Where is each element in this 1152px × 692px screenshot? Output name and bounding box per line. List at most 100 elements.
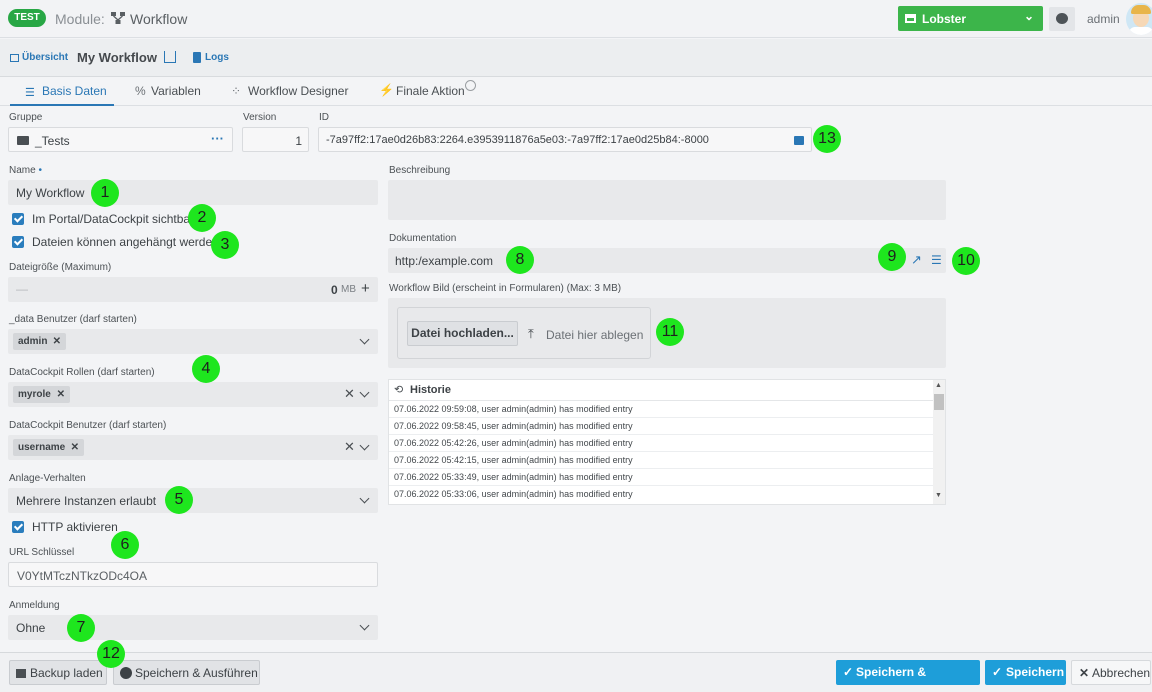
login-label: Anmeldung xyxy=(9,600,60,611)
version-value: 1 xyxy=(295,134,302,148)
tab-basis-daten[interactable]: Basis Daten xyxy=(42,84,107,98)
description-label: Beschreibung xyxy=(389,165,451,176)
bolt-icon: ⚡ xyxy=(379,83,394,97)
name-value: My Workflow xyxy=(16,186,85,200)
annotation-marker: 3 xyxy=(211,231,239,259)
id-value: -7a97ff2:17ae0d26b83:2264.e3953911876a5e… xyxy=(326,134,709,146)
annotation-marker: 10 xyxy=(952,247,980,275)
required-indicator: • xyxy=(38,165,42,176)
avatar[interactable] xyxy=(1126,3,1152,35)
drop-zone[interactable]: Datei hochladen... ⤒ Datei hier ablegen xyxy=(397,307,651,359)
filesize-stepper[interactable]: — 0 MB + xyxy=(8,277,378,302)
name-label-text: Name xyxy=(9,165,36,176)
chat-button[interactable] xyxy=(1049,7,1075,31)
history-row: 07.06.2022 09:58:45, user admin(admin) h… xyxy=(389,418,934,435)
backup-label: Backup laden xyxy=(30,666,103,680)
history-row: 07.06.2022 05:33:06, user admin(admin) h… xyxy=(394,489,633,499)
backup-button[interactable]: Backup laden xyxy=(9,660,107,685)
minus-icon[interactable]: — xyxy=(16,282,28,296)
tab-finale-aktion[interactable]: Finale Aktion xyxy=(396,84,465,98)
chevron-down-icon[interactable] xyxy=(359,620,370,631)
module-name: Workflow xyxy=(130,11,188,27)
image-label: Workflow Bild (erscheint in Formularen) … xyxy=(389,283,622,294)
tab-workflow-designer[interactable]: Workflow Designer xyxy=(248,84,348,98)
scroll-down-icon[interactable]: ▼ xyxy=(935,492,942,499)
save-label: Speichern xyxy=(1006,665,1065,679)
dc-users-select[interactable]: username ✕ ✕ xyxy=(8,435,378,460)
login-value: Ohne xyxy=(16,621,46,635)
filesize-unit: MB xyxy=(341,284,356,295)
module-label: Module: xyxy=(55,11,105,27)
login-select[interactable]: Ohne xyxy=(8,615,378,640)
behavior-label: Anlage-Verhalten xyxy=(9,473,86,484)
tenant-select[interactable]: Lobster ⌄ xyxy=(898,6,1043,31)
menu-icon[interactable]: ☰ xyxy=(931,253,942,267)
chip-myrole: myrole ✕ xyxy=(13,386,70,403)
annotation-marker: 6 xyxy=(111,531,139,559)
cancel-button[interactable]: ✕ Abbrechen xyxy=(1071,660,1151,685)
group-label: Gruppe xyxy=(9,112,43,123)
http-checkbox[interactable] xyxy=(12,521,24,533)
history-scrollbar[interactable]: ▲ ▼ xyxy=(933,380,945,504)
chevron-down-icon[interactable] xyxy=(359,440,370,451)
more-icon[interactable]: ··· xyxy=(211,131,224,146)
chevron-down-icon[interactable] xyxy=(359,334,370,345)
export-icon[interactable] xyxy=(164,51,176,63)
list-icon: ☰ xyxy=(25,87,35,99)
documentation-input[interactable]: http:/example.com ↗ ☰ xyxy=(388,248,946,273)
portal-visible-checkbox[interactable] xyxy=(12,213,24,225)
upload-button[interactable]: Datei hochladen... xyxy=(407,321,518,346)
designer-icon: ⁘ xyxy=(231,84,242,98)
scroll-thumb[interactable] xyxy=(934,394,944,410)
tab-variablen[interactable]: Variablen xyxy=(151,84,201,98)
name-label: Name • xyxy=(9,165,42,176)
version-field[interactable]: 1 xyxy=(242,127,309,152)
overview-icon xyxy=(10,54,19,62)
search-folder-icon[interactable] xyxy=(794,136,804,145)
attachments-checkbox[interactable] xyxy=(12,236,24,248)
url-key-field[interactable]: V0YtMTczNTkzODc4OA xyxy=(8,562,378,587)
tab-bar: ☰ Basis Daten % Variablen ⁘ Workflow Des… xyxy=(0,78,1152,106)
save-run-button[interactable]: Speichern & Ausführen xyxy=(113,660,260,685)
chip-remove-icon[interactable]: ✕ xyxy=(57,386,65,403)
data-users-select[interactable]: admin ✕ xyxy=(8,329,378,354)
chip-remove-icon[interactable]: ✕ xyxy=(53,333,61,350)
chip-remove-icon[interactable]: ✕ xyxy=(71,439,79,456)
chat-icon xyxy=(1056,13,1068,24)
clear-icon[interactable]: ✕ xyxy=(344,386,355,402)
chevron-down-icon[interactable] xyxy=(359,387,370,398)
user-name[interactable]: admin xyxy=(1087,12,1120,26)
chevron-down-icon[interactable] xyxy=(359,493,370,504)
page-title: My Workflow xyxy=(77,50,157,65)
behavior-value: Mehrere Instanzen erlaubt xyxy=(16,494,157,508)
name-input[interactable]: My Workflow xyxy=(8,180,378,205)
annotation-marker: 11 xyxy=(656,318,684,346)
id-field[interactable]: -7a97ff2:17ae0d26b83:2264.e3953911876a5e… xyxy=(318,127,812,152)
logs-link[interactable]: Logs xyxy=(205,52,229,63)
save-close-button[interactable]: ✓ Speichern & Schließen xyxy=(836,660,980,692)
clear-icon[interactable]: ✕ xyxy=(344,439,355,455)
overview-link[interactable]: Übersicht xyxy=(22,52,68,63)
behavior-select[interactable]: Mehrere Instanzen erlaubt xyxy=(8,488,378,513)
external-link-icon[interactable]: ↗ xyxy=(911,252,922,268)
chip-admin: admin ✕ xyxy=(13,333,66,350)
variables-icon: % xyxy=(135,84,146,98)
description-input[interactable] xyxy=(388,180,946,220)
scroll-up-icon[interactable]: ▲ xyxy=(935,382,942,389)
dc-roles-select[interactable]: myrole ✕ ✕ xyxy=(8,382,378,407)
history-header: ⟲ Historie xyxy=(389,380,934,401)
chip-admin-label: admin xyxy=(18,336,48,347)
annotation-marker: 5 xyxy=(165,486,193,514)
http-label: HTTP aktivieren xyxy=(32,520,118,534)
data-users-label: _data Benutzer (darf starten) xyxy=(9,314,137,325)
attachments-label: Dateien können angehängt werden xyxy=(32,235,219,249)
environment-badge: TEST xyxy=(8,9,46,27)
group-field[interactable]: _Tests ··· xyxy=(8,127,233,152)
filesize-label: Dateigröße (Maximum) xyxy=(9,262,112,273)
plus-icon[interactable]: + xyxy=(361,280,370,297)
annotation-marker: 1 xyxy=(91,179,119,207)
save-button[interactable]: ✓ Speichern xyxy=(985,660,1066,685)
avatar-hair xyxy=(1131,5,1151,14)
annotation-marker: 2 xyxy=(188,204,216,232)
history-row: 07.06.2022 05:33:49, user admin(admin) h… xyxy=(389,469,934,486)
